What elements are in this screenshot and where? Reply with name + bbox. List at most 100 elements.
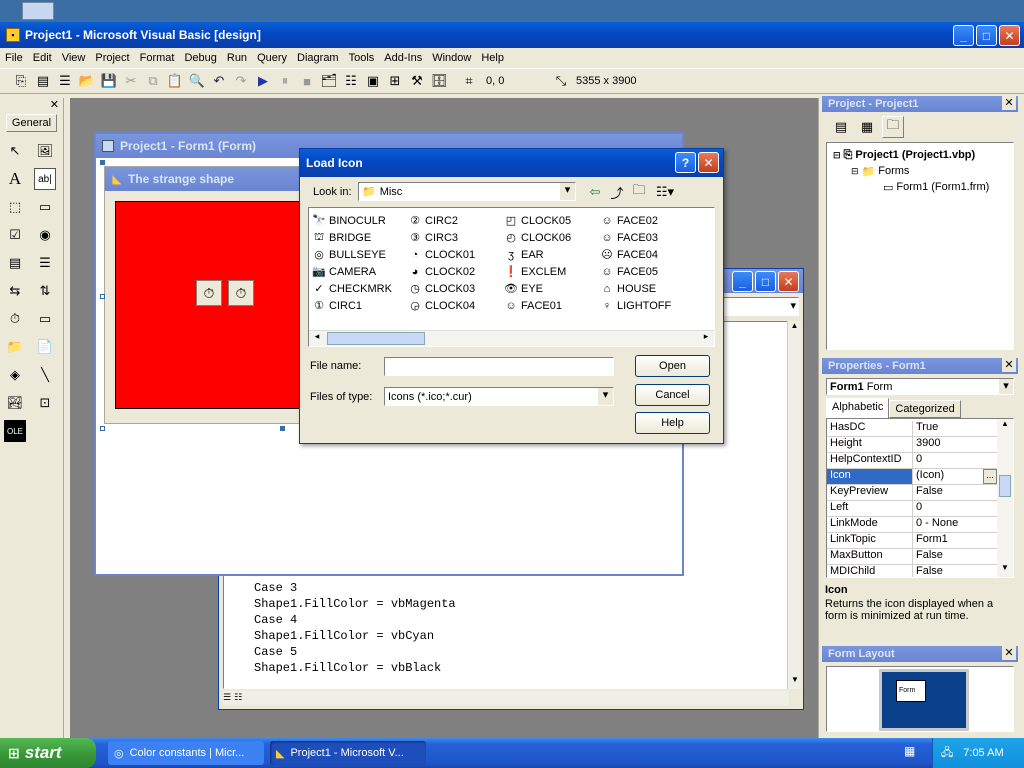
file-item[interactable]: ◎ BULLSEYE — [312, 246, 408, 263]
menu-project[interactable]: Project — [90, 52, 134, 64]
combobox-icon[interactable]: ▤ — [4, 252, 26, 274]
frame-icon[interactable]: ⬚ — [4, 196, 26, 218]
pointer-icon[interactable]: ↖ — [4, 140, 26, 162]
property-row[interactable]: HelpContextID 0 — [827, 453, 997, 469]
cut-icon[interactable]: ✂ — [120, 70, 142, 92]
project-explorer-icon[interactable]: 🗂 — [318, 70, 340, 92]
task-button-1[interactable]: ◎ Color constants | Micr... — [108, 741, 264, 765]
drivelistbox-icon[interactable]: ▭ — [34, 308, 56, 330]
look-in-combo[interactable]: 📁 Misc ▾ — [358, 182, 576, 201]
file-item[interactable]: ③ CIRC3 — [408, 229, 504, 246]
property-value[interactable]: True — [913, 421, 997, 436]
vscrollbar-icon[interactable]: ⇅ — [34, 280, 56, 302]
file-item[interactable]: ◕ CLOCK02 — [408, 263, 504, 280]
close-button[interactable]: ✕ — [999, 25, 1020, 46]
properties-close-icon[interactable]: ✕ — [1002, 358, 1016, 372]
file-item[interactable]: ◷ CLOCK03 — [408, 280, 504, 297]
file-item[interactable]: ② CIRC2 — [408, 212, 504, 229]
menu-window[interactable]: Window — [427, 52, 476, 64]
project-panel-title-bar[interactable]: Project - Project1 ✕ — [822, 96, 1018, 112]
toolbox-icon[interactable]: ⚒ — [406, 70, 428, 92]
find-icon[interactable]: 🔍 — [186, 70, 208, 92]
project-root[interactable]: Project1 (Project1.vbp) — [855, 149, 975, 161]
form-layout-title-bar[interactable]: Form Layout ✕ — [822, 646, 1018, 662]
undo-icon[interactable]: ↶ — [208, 70, 230, 92]
up-folder-icon[interactable]: ⤴ — [606, 181, 628, 203]
language-icon[interactable]: ▦ — [904, 744, 915, 758]
property-row[interactable]: HasDC True — [827, 421, 997, 437]
tab-categorized[interactable]: Categorized — [889, 400, 961, 418]
toolbox-close-icon[interactable]: ✕ — [0, 98, 63, 112]
file-item[interactable]: ☹ FACE04 — [600, 246, 696, 263]
project-panel-close-icon[interactable]: ✕ — [1002, 96, 1016, 110]
property-value[interactable]: 3900 — [913, 437, 997, 452]
file-item[interactable]: ◶ CLOCK04 — [408, 297, 504, 314]
object-browser-icon[interactable]: ⊞ — [384, 70, 406, 92]
textbox-icon[interactable]: ab| — [34, 168, 56, 190]
checkbox-icon[interactable]: ☑ — [4, 224, 26, 246]
file-item[interactable]: 👁 EYE — [504, 280, 600, 297]
file-item[interactable]: ✓ CHECKMRK — [312, 280, 408, 297]
sizing-handle[interactable] — [100, 160, 105, 165]
property-value[interactable]: False — [913, 565, 997, 577]
network-icon[interactable]: 🖧 — [941, 744, 953, 763]
break-icon[interactable]: ⏸ — [274, 70, 296, 92]
dirlistbox-icon[interactable]: 📁 — [4, 336, 26, 358]
file-item[interactable]: ◴ CLOCK06 — [504, 229, 600, 246]
code-minimize-button[interactable]: _ — [732, 271, 753, 292]
file-item[interactable]: ◰ CLOCK05 — [504, 212, 600, 229]
help-button[interactable]: Help — [635, 412, 710, 434]
toggle-folders-icon[interactable]: 🗀 — [882, 116, 904, 138]
property-value[interactable]: False — [913, 485, 997, 500]
data-view-icon[interactable]: 🗄 — [428, 70, 450, 92]
data-icon[interactable]: ⊡ — [34, 392, 56, 414]
commandbutton-icon[interactable]: ▭ — [34, 196, 56, 218]
procedure-view-icon[interactable]: ☰ — [223, 692, 231, 702]
menu-debug[interactable]: Debug — [179, 52, 221, 64]
clock[interactable]: 7:05 AM — [963, 747, 1003, 759]
file-item[interactable]: ʒ EAR — [504, 246, 600, 263]
ellipsis-button[interactable]: ... — [983, 469, 997, 484]
shape-icon[interactable]: ◈ — [4, 364, 26, 386]
run-icon[interactable]: ▶ — [252, 70, 274, 92]
menu-file[interactable]: File — [0, 52, 28, 64]
file-item[interactable]: ☺ FACE01 — [504, 297, 600, 314]
paste-icon[interactable]: 📋 — [164, 70, 186, 92]
file-name-input[interactable] — [384, 357, 614, 376]
sizing-handle[interactable] — [280, 426, 285, 431]
property-row[interactable]: Height 3900 — [827, 437, 997, 453]
optionbutton-icon[interactable]: ◉ — [34, 224, 56, 246]
property-grid[interactable]: HasDC True Height 3900 HelpContextID 0 Icon (Ic… — [826, 418, 1014, 578]
property-value[interactable]: 0 - None — [913, 517, 997, 532]
redo-icon[interactable]: ↷ — [230, 70, 252, 92]
menu-diagram[interactable]: Diagram — [292, 52, 344, 64]
file-item[interactable]: ☺ FACE05 — [600, 263, 696, 280]
property-value[interactable]: False — [913, 549, 997, 564]
sizing-handle[interactable] — [100, 294, 105, 299]
scroll-thumb[interactable] — [327, 332, 425, 345]
file-item[interactable]: 📷 CAMERA — [312, 263, 408, 280]
toolbox-tab[interactable]: General — [6, 114, 57, 132]
files-of-type-combo[interactable]: Icons (*.ico;*.cur) ▾ — [384, 387, 614, 406]
file-item[interactable]: ⛫ BRIDGE — [312, 229, 408, 246]
forms-folder[interactable]: Forms — [878, 165, 909, 177]
filelistbox-icon[interactable]: 📄 — [34, 336, 56, 358]
menu-help[interactable]: Help — [476, 52, 509, 64]
sizing-handle[interactable] — [100, 426, 105, 431]
open-icon[interactable]: 📂 — [76, 70, 98, 92]
code-maximize-button[interactable]: □ — [755, 271, 776, 292]
maximize-button[interactable]: □ — [976, 25, 997, 46]
file-item[interactable]: ❗ EXCLEM — [504, 263, 600, 280]
property-row[interactable]: KeyPreview False — [827, 485, 997, 501]
property-row[interactable]: LinkMode 0 - None — [827, 517, 997, 533]
shape1[interactable]: ⏱ ⏱ — [115, 201, 310, 409]
file-item[interactable]: 🔭 BINOCULR — [312, 212, 408, 229]
scroll-left-icon[interactable]: ◂ — [309, 331, 325, 346]
cancel-button[interactable]: Cancel — [635, 384, 710, 406]
menu-tools[interactable]: Tools — [344, 52, 380, 64]
task-button-2[interactable]: ◣ Project1 - Microsoft V... — [270, 741, 426, 765]
hscrollbar-icon[interactable]: ⇆ — [4, 280, 26, 302]
back-icon[interactable]: ⇦ — [584, 181, 606, 203]
listbox-icon[interactable]: ☰ — [34, 252, 56, 274]
project-tree[interactable]: ⊟ ⎘ Project1 (Project1.vbp) ⊟ 📁 Forms ▭ Form1… — [826, 142, 1014, 350]
